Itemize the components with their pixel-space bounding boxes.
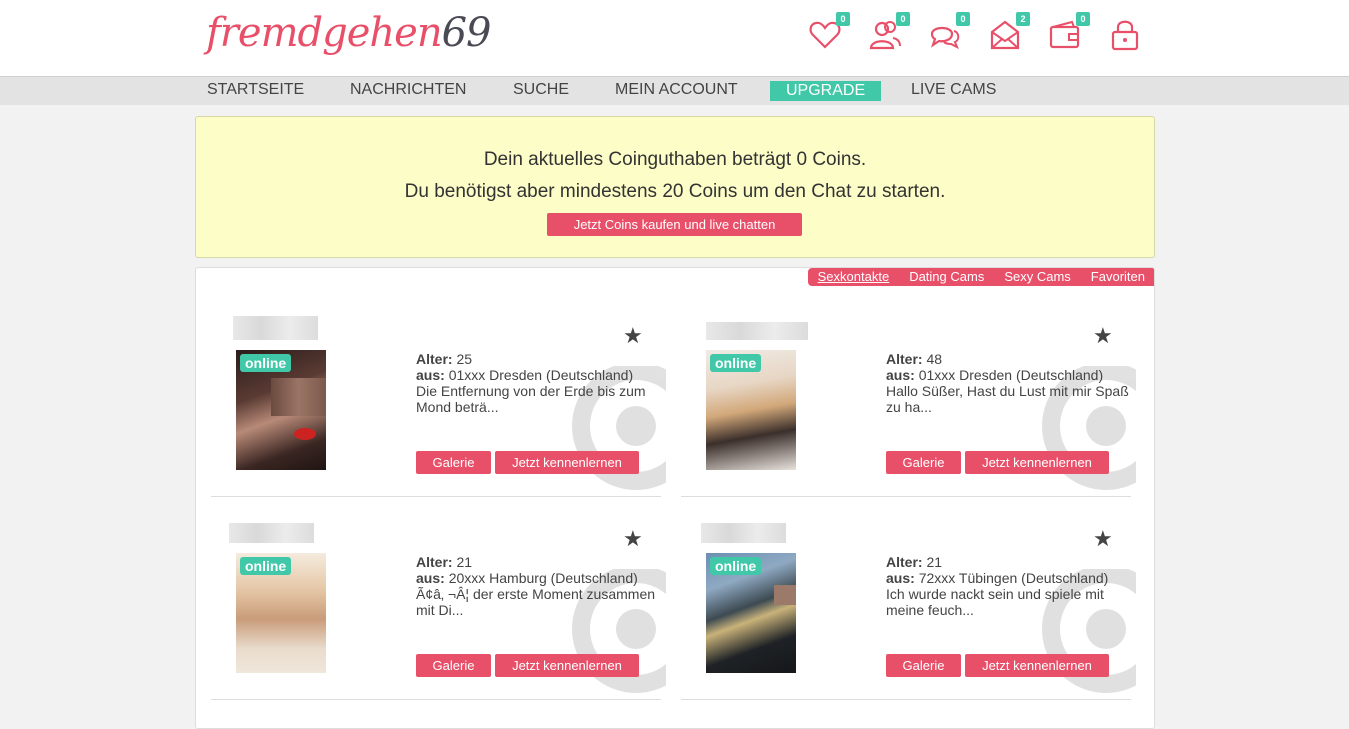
main-nav: STARTSEITE NACHRICHTEN SUCHE MEIN ACCOUN… xyxy=(0,77,1349,105)
profile-card: online ★ Alter: 25 aus: 01xxx Dresden (D… xyxy=(211,316,666,497)
profile-photo[interactable]: online xyxy=(236,350,326,470)
profile-description: Ich wurde nackt sein und spiele mit mein… xyxy=(886,586,1104,618)
wallet-button[interactable]: 0 xyxy=(1048,12,1090,54)
age-label: Alter: xyxy=(416,351,453,367)
profile-description: Die Entfernung von der Erde bis zum Mond… xyxy=(416,383,646,415)
gallery-button[interactable]: Galerie xyxy=(886,451,961,474)
messages-button[interactable]: 2 xyxy=(988,12,1030,54)
tab-favoriten[interactable]: Favoriten xyxy=(1081,268,1154,286)
contacts-button[interactable]: 0 xyxy=(868,12,910,54)
logo-text: fremdgehen xyxy=(206,10,443,56)
profiles-panel: Sexkontakte Dating Cams Sexy Cams Favori… xyxy=(195,267,1155,729)
profile-description: Ã¢â‚ ¬Â¦ der erste Moment zusammen mit D… xyxy=(416,586,656,618)
tab-sexkontakte[interactable]: Sexkontakte xyxy=(808,268,900,286)
favorite-star-icon[interactable]: ★ xyxy=(623,323,643,349)
favorites-button[interactable]: 0 xyxy=(808,12,850,54)
age-value: 48 xyxy=(926,351,943,367)
nav-suche[interactable]: SUCHE xyxy=(513,77,569,105)
favorite-star-icon[interactable]: ★ xyxy=(1093,526,1113,552)
meet-button[interactable]: Jetzt kennenlernen xyxy=(495,654,639,677)
meet-button[interactable]: Jetzt kennenlernen xyxy=(495,451,639,474)
coin-balance-text: Dein aktuelles Coinguthaben beträgt 0 Co… xyxy=(483,149,867,170)
wallet-badge: 0 xyxy=(1076,12,1090,26)
age-label: Alter: xyxy=(886,351,923,367)
profile-photo[interactable]: online xyxy=(706,553,796,673)
profile-name-blurred xyxy=(229,523,314,543)
nav-upgrade[interactable]: UPGRADE xyxy=(770,81,882,101)
profile-card: online ★ Alter: 21 aus: 20xxx Hamburg (D… xyxy=(211,519,666,700)
gallery-button[interactable]: Galerie xyxy=(416,451,491,474)
profile-info: Alter: 21 aus: 20xxx Hamburg (Deutschlan… xyxy=(416,554,671,618)
location-value: 20xxx Hamburg (Deutschland) xyxy=(448,570,638,586)
nav-live-cams[interactable]: LIVE CAMS xyxy=(911,77,996,105)
profile-photo[interactable]: online xyxy=(236,553,326,673)
logo-number: 69 xyxy=(441,10,492,56)
age-label: Alter: xyxy=(416,554,453,570)
favorite-star-icon[interactable]: ★ xyxy=(1093,323,1113,349)
site-header: fremdgehen69 0 0 0 2 0 xyxy=(0,0,1349,77)
nav-mein-account[interactable]: MEIN ACCOUNT xyxy=(615,77,738,105)
chat-button[interactable]: 0 xyxy=(928,12,970,54)
coin-notice: Dein aktuelles Coinguthaben beträgt 0 Co… xyxy=(195,116,1155,258)
tab-dating-cams[interactable]: Dating Cams xyxy=(899,268,994,286)
gallery-button[interactable]: Galerie xyxy=(886,654,961,677)
contacts-badge: 0 xyxy=(896,12,910,26)
favorite-star-icon[interactable]: ★ xyxy=(623,526,643,552)
online-badge: online xyxy=(710,354,762,372)
profile-card: online ★ Alter: 21 aus: 72xxx Tübingen (… xyxy=(681,519,1136,700)
location-value: 01xxx Dresden (Deutschland) xyxy=(448,367,634,383)
site-logo[interactable]: fremdgehen69 xyxy=(206,10,492,56)
age-label: Alter: xyxy=(886,554,923,570)
profile-name-blurred xyxy=(706,322,808,340)
profile-card: online ★ Alter: 48 aus: 01xxx Dresden (D… xyxy=(681,316,1136,497)
profile-photo[interactable]: online xyxy=(706,350,796,470)
category-tabs: Sexkontakte Dating Cams Sexy Cams Favori… xyxy=(807,268,1154,286)
age-value: 25 xyxy=(456,351,473,367)
location-label: aus: xyxy=(886,367,915,383)
privacy-blur xyxy=(774,585,796,605)
nav-startseite[interactable]: STARTSEITE xyxy=(207,77,304,105)
coin-requirement-text: Du benötigst aber mindestens 20 Coins um… xyxy=(404,181,946,202)
messages-badge: 2 xyxy=(1016,12,1030,26)
age-value: 21 xyxy=(456,554,473,570)
profile-description: Hallo Süßer, Hast du Lust mit mir Spaß z… xyxy=(886,383,1129,415)
meet-button[interactable]: Jetzt kennenlernen xyxy=(965,654,1109,677)
meet-button[interactable]: Jetzt kennenlernen xyxy=(965,451,1109,474)
logout-button[interactable] xyxy=(1108,18,1144,54)
privacy-blur xyxy=(271,378,326,416)
profile-name-blurred xyxy=(233,316,318,340)
profile-info: Alter: 48 aus: 01xxx Dresden (Deutschlan… xyxy=(886,351,1141,415)
online-badge: online xyxy=(240,557,292,575)
location-value: 72xxx Tübingen (Deutschland) xyxy=(918,570,1109,586)
lock-icon xyxy=(1111,20,1139,51)
location-label: aus: xyxy=(416,367,445,383)
chat-badge: 0 xyxy=(956,12,970,26)
age-value: 21 xyxy=(926,554,943,570)
gallery-button[interactable]: Galerie xyxy=(416,654,491,677)
profile-name-blurred xyxy=(701,523,786,543)
favorites-badge: 0 xyxy=(836,12,850,26)
buy-coins-button[interactable]: Jetzt Coins kaufen und live chatten xyxy=(547,213,802,236)
lips-shape xyxy=(294,428,316,440)
online-badge: online xyxy=(710,557,762,575)
location-label: aus: xyxy=(416,570,445,586)
nav-nachrichten[interactable]: NACHRICHTEN xyxy=(350,77,466,105)
profile-info: Alter: 21 aus: 72xxx Tübingen (Deutschla… xyxy=(886,554,1141,618)
location-value: 01xxx Dresden (Deutschland) xyxy=(918,367,1104,383)
online-badge: online xyxy=(240,354,292,372)
tab-sexy-cams[interactable]: Sexy Cams xyxy=(994,268,1080,286)
location-label: aus: xyxy=(886,570,915,586)
profile-info: Alter: 25 aus: 01xxx Dresden (Deutschlan… xyxy=(416,351,671,415)
